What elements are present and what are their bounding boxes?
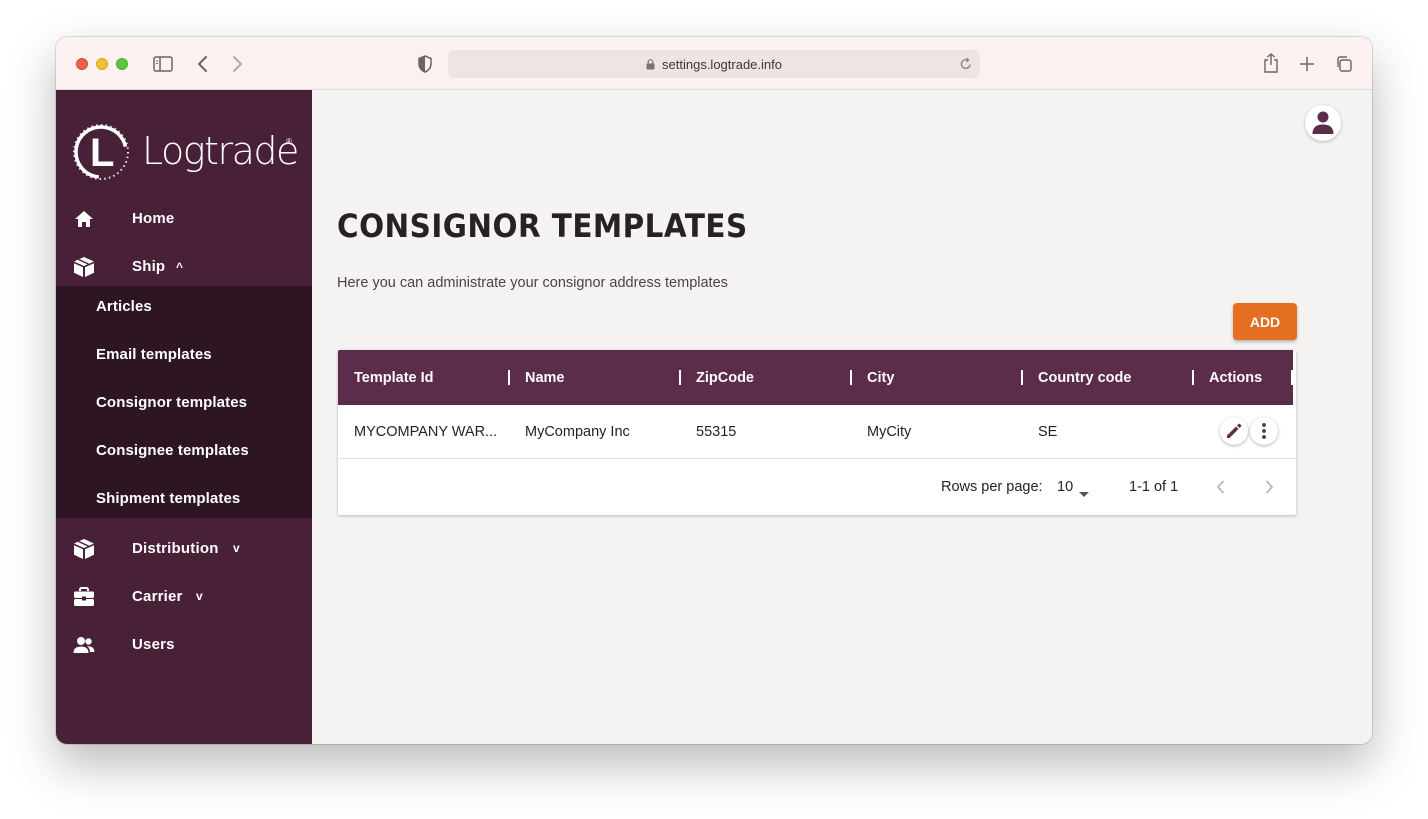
dropdown-arrow-icon [1079, 485, 1089, 501]
rows-per-page-select[interactable]: 10 [1057, 459, 1097, 515]
chevron-up-icon: ^ [176, 260, 184, 274]
sidebar-item-users[interactable]: Users [56, 620, 312, 668]
forward-icon[interactable] [227, 54, 247, 74]
sidebar-item-email-templates[interactable]: Email templates [56, 330, 312, 378]
chevron-left-icon [1216, 480, 1225, 494]
submenu-item-label: Email templates [96, 345, 212, 363]
sidebar-item-articles[interactable]: Articles [56, 282, 312, 330]
share-icon[interactable] [1260, 52, 1282, 74]
cell-city: MyCity [867, 423, 912, 440]
column-separator[interactable] [679, 370, 681, 385]
sidebar-item-shipment-templates[interactable]: Shipment templates [56, 474, 312, 522]
url-text: settings.logtrade.info [662, 56, 782, 72]
sidebar-item-consignee-templates[interactable]: Consignee templates [56, 426, 312, 474]
lock-icon [646, 58, 655, 70]
submenu-item-label: Consignor templates [96, 393, 248, 411]
sidebar-item-carrier[interactable]: Carrier v [56, 572, 312, 620]
sidebar-item-label: Ship [132, 257, 166, 275]
sidebar-item-label: Home [132, 209, 175, 227]
address-bar[interactable]: settings.logtrade.info [448, 50, 980, 78]
chevron-right-icon [1265, 480, 1274, 494]
users-icon [73, 634, 95, 656]
edit-button[interactable] [1220, 417, 1248, 445]
more-actions-button[interactable] [1250, 417, 1278, 445]
ship-submenu: Articles Email templates Consignor templ… [56, 286, 312, 518]
column-header-zipcode[interactable]: ZipCode [696, 350, 754, 405]
browser-window: settings.logtrade.info L Logtrade ® Home… [56, 37, 1372, 744]
privacy-shield-icon[interactable] [415, 54, 435, 74]
cell-country-code: SE [1038, 423, 1058, 440]
briefcase-icon [73, 586, 95, 608]
table-header: Template Id Name ZipCode City Country co… [338, 350, 1293, 405]
minimize-window-button[interactable] [96, 58, 108, 70]
zoom-window-button[interactable] [116, 58, 128, 70]
column-separator[interactable] [508, 370, 510, 385]
cell-template-id: MYCOMPANY WAR... [354, 423, 498, 440]
sidebar-item-label: Carrier [132, 587, 183, 605]
cell-name: MyCompany Inc [525, 423, 630, 440]
back-icon[interactable] [193, 54, 213, 74]
next-page-button[interactable] [1264, 459, 1274, 515]
box-icon [73, 256, 95, 278]
home-icon [73, 208, 95, 230]
user-icon [1312, 111, 1334, 134]
column-separator[interactable] [1021, 370, 1023, 385]
cell-zipcode: 55315 [696, 423, 737, 440]
page-description: Here you can administrate your consignor… [337, 275, 728, 291]
table-row[interactable]: MYCOMPANY WAR... MyCompany Inc 55315 MyC… [338, 405, 1296, 459]
logo-mark-letter: L [90, 131, 115, 175]
consignor-templates-table: Template Id Name ZipCode City Country co… [338, 350, 1296, 515]
column-header-actions: Actions [1209, 369, 1263, 386]
add-button[interactable]: ADD [1233, 303, 1297, 340]
column-header-city[interactable]: City [867, 350, 894, 405]
column-header-name[interactable]: Name [525, 350, 565, 405]
column-separator[interactable] [850, 370, 852, 385]
pagination-range: 1-1 of 1 [1129, 479, 1179, 495]
logtrade-logo[interactable]: L Logtrade ® [72, 121, 302, 183]
tab-overview-icon[interactable] [1333, 53, 1355, 75]
sidebar-item-distribution[interactable]: Distribution v [56, 524, 312, 572]
previous-page-button[interactable] [1216, 459, 1226, 515]
column-header-country-code[interactable]: Country code [1038, 350, 1131, 405]
close-window-button[interactable] [76, 58, 88, 70]
submenu-item-label: Consignee templates [96, 441, 249, 459]
reload-icon[interactable] [960, 57, 972, 70]
column-separator[interactable] [1291, 370, 1293, 385]
main-content: CONSIGNOR TEMPLATES Here you can adminis… [312, 90, 1372, 744]
pencil-icon [1227, 423, 1242, 438]
sidebar-item-label: Distribution [132, 539, 219, 557]
logo-registered-mark: ® [286, 137, 292, 146]
page-title: CONSIGNOR TEMPLATES [337, 207, 748, 245]
chevron-down-icon: v [233, 541, 240, 555]
rows-per-page-value: 10 [1057, 479, 1074, 495]
chevron-down-icon: v [196, 589, 203, 603]
sidebar-item-consignor-templates[interactable]: Consignor templates [56, 378, 312, 426]
sidebar: L Logtrade ® Home Ship ^ Articles Email … [56, 90, 312, 744]
sidebar-item-home[interactable]: Home [56, 194, 312, 242]
user-avatar-button[interactable] [1305, 105, 1341, 141]
rows-per-page-label: Rows per page: [941, 479, 1043, 495]
column-separator[interactable] [1192, 370, 1194, 385]
submenu-item-label: Shipment templates [96, 489, 241, 507]
more-vertical-icon [1262, 423, 1266, 439]
box-icon [73, 538, 95, 560]
table-pagination: Rows per page: 10 1-1 of 1 [338, 459, 1296, 515]
submenu-item-label: Articles [96, 297, 152, 315]
sidebar-item-label: Users [132, 635, 175, 653]
new-tab-icon[interactable] [1296, 53, 1318, 75]
sidebar-toggle-icon[interactable] [152, 54, 174, 74]
column-header-template-id[interactable]: Template Id [354, 350, 434, 405]
browser-toolbar: settings.logtrade.info [56, 37, 1372, 90]
logo-text: Logtrade [142, 129, 299, 173]
